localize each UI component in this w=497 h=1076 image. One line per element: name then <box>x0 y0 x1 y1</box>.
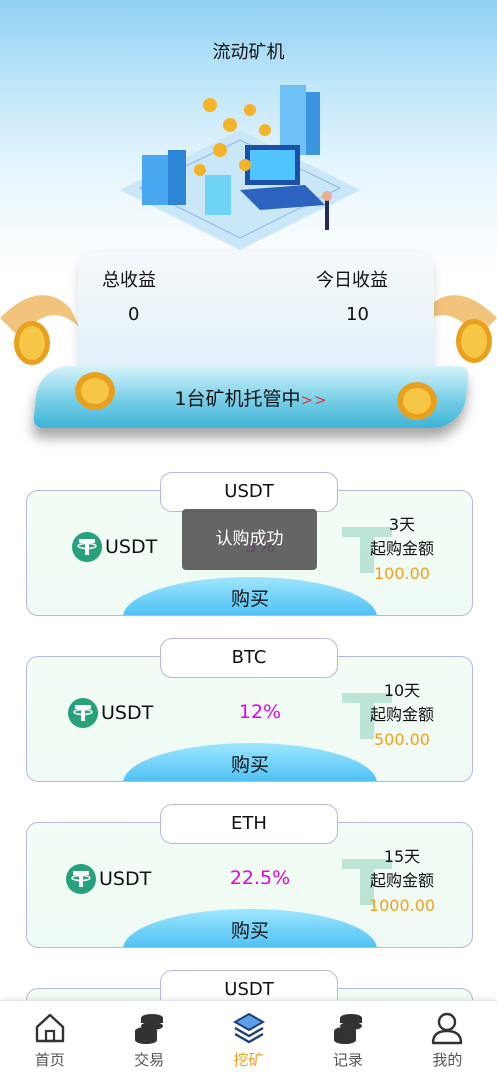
buy-button[interactable]: 购买 <box>123 909 377 947</box>
product-tab-title: USDT <box>160 472 338 512</box>
product-tab-title: ETH <box>160 804 338 844</box>
home-icon <box>35 1013 64 1043</box>
term-days: 15天 <box>383 847 421 866</box>
user-icon <box>432 1012 463 1045</box>
gold-coin-icon <box>75 372 115 410</box>
yield-rate: 12% <box>238 701 282 723</box>
term-info: 15天 起购金额 1000.00 <box>347 845 457 919</box>
buy-button[interactable]: 购买 <box>123 743 377 781</box>
arrow-icon: >> <box>300 391 328 409</box>
gold-coin-icon <box>456 319 492 363</box>
toast-message: 认购成功 <box>182 509 317 570</box>
mining-illustration <box>120 85 360 250</box>
term-info: 3天 起购金额 100.00 <box>347 513 457 587</box>
tether-icon <box>66 864 96 894</box>
coins-stack-icon <box>333 1014 362 1044</box>
tether-icon <box>68 698 98 728</box>
term-info: 10天 起购金额 500.00 <box>347 679 457 753</box>
tab-label: 记录 <box>332 1051 363 1069</box>
tab-profile[interactable]: 我的 <box>398 1001 497 1076</box>
today-earnings-label: 今日收益 <box>316 270 388 291</box>
coin-name: USDT <box>99 868 152 890</box>
min-amount-label: 起购金额 <box>369 871 434 890</box>
total-earnings-label: 总收益 <box>102 270 156 291</box>
coin-info: USDT <box>67 697 153 729</box>
buy-button[interactable]: 购买 <box>123 577 377 615</box>
bottom-tab-bar: 首页 交易 挖矿 记录 我的 <box>0 1000 497 1076</box>
min-amount-value: 1000.00 <box>368 896 436 915</box>
coin-info: USDT <box>65 863 151 895</box>
tab-trade[interactable]: 交易 <box>99 1001 198 1076</box>
coin-name: USDT <box>105 536 158 558</box>
min-amount-label: 起购金额 <box>369 539 434 558</box>
gold-coin-icon <box>14 321 50 365</box>
tab-label: 挖矿 <box>233 1051 264 1069</box>
tab-label: 首页 <box>34 1051 65 1069</box>
page-title: 流动矿机 <box>212 42 285 63</box>
tab-mining[interactable]: 挖矿 <box>199 1001 298 1076</box>
coins-stack-icon <box>135 1014 164 1044</box>
tab-records[interactable]: 记录 <box>298 1001 397 1076</box>
total-earnings-value: 0 <box>128 304 140 325</box>
tab-home[interactable]: 首页 <box>0 1001 99 1076</box>
tab-label: 我的 <box>432 1051 463 1069</box>
tab-label: 交易 <box>134 1051 165 1069</box>
coin-info: USDT <box>71 531 157 563</box>
min-amount-label: 起购金额 <box>369 705 434 724</box>
min-amount-value: 100.00 <box>374 564 430 583</box>
gold-coin-icon <box>397 382 437 420</box>
product-tab-title: BTC <box>160 638 338 678</box>
term-days: 10天 <box>383 681 421 700</box>
term-days: 3天 <box>388 515 416 534</box>
tether-icon <box>72 532 102 562</box>
yield-rate: 22.5% <box>229 867 291 889</box>
layers-icon <box>232 1012 265 1044</box>
hosted-miners-text: 1台矿机托管中 <box>174 388 301 410</box>
coin-name: USDT <box>101 702 154 724</box>
min-amount-value: 500.00 <box>374 730 430 749</box>
today-earnings-value: 10 <box>346 304 369 325</box>
